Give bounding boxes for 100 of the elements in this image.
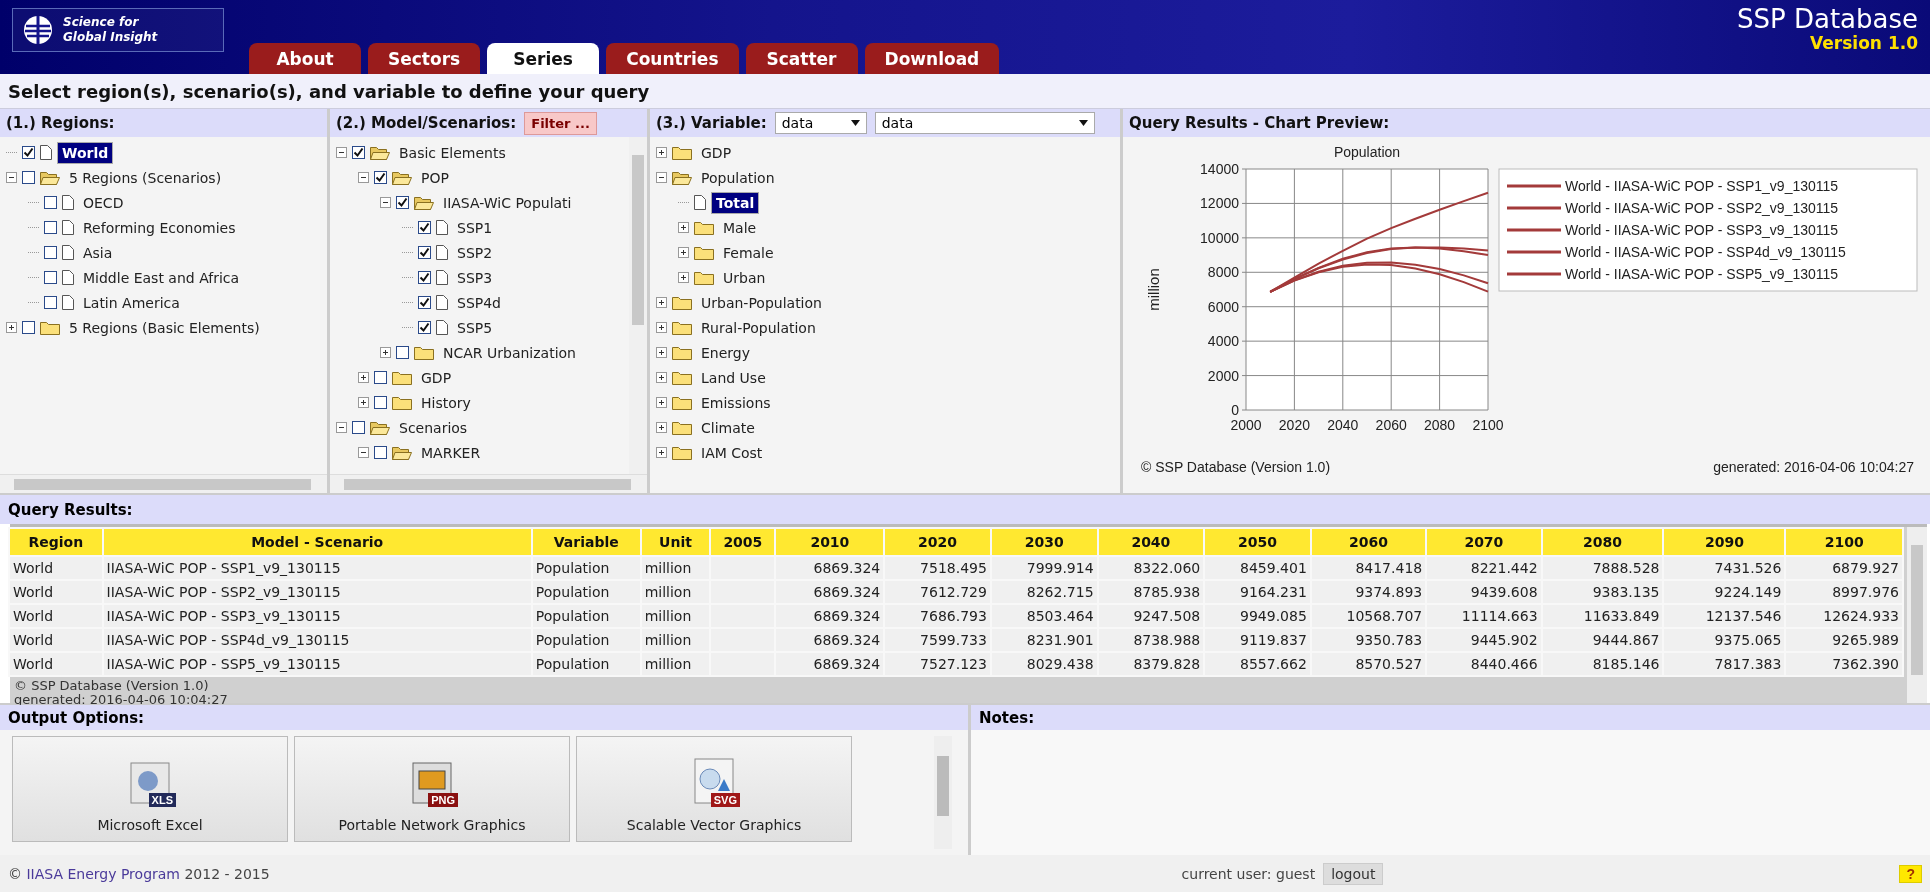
table-cell: million: [641, 605, 710, 627]
table-cell: 9383.135: [1542, 581, 1663, 603]
legend-label: World - IIASA-WiC POP - SSP5_v9_130115: [1565, 266, 1839, 282]
version-label: Version 1.0: [1810, 34, 1918, 53]
timestamp-text: generated: 2016-04-06 10:04:27: [1713, 459, 1914, 475]
table-cell: 7888.528: [1542, 557, 1663, 579]
table-cell: 6869.324: [776, 653, 884, 675]
table-cell: IIASA-WiC POP - SSP4d_v9_130115: [103, 629, 531, 651]
app-title: SSP Database: [1737, 4, 1918, 34]
table-cell: 7999.914: [991, 557, 1097, 579]
table-cell: 9224.149: [1664, 581, 1785, 603]
logo-text: Global Insight: [63, 30, 158, 45]
table-cell: 7362.390: [1786, 653, 1902, 675]
axis-tick-label: 14000: [1200, 161, 1239, 177]
table-cell: 8997.976: [1786, 581, 1902, 603]
table-cell: 8379.828: [1098, 653, 1204, 675]
column-header: 2020: [885, 529, 990, 555]
table-cell: 8503.464: [991, 605, 1097, 627]
column-header: 2050: [1205, 529, 1310, 555]
axis-tick-label: 2060: [1375, 417, 1407, 433]
table-cell: 8785.938: [1098, 581, 1204, 603]
legend-label: World - IIASA-WiC POP - SSP1_v9_130115: [1565, 178, 1839, 194]
column-header: 2040: [1098, 529, 1204, 555]
table-cell: 8262.715: [991, 581, 1097, 603]
column-header: 2100: [1786, 529, 1902, 555]
axis-tick-label: 2080: [1424, 417, 1456, 433]
column-header: Model - Scenario: [103, 529, 531, 555]
table-cell: 6869.324: [776, 557, 884, 579]
legend-label: World - IIASA-WiC POP - SSP2_v9_130115: [1565, 200, 1839, 216]
table-cell: 9374.893: [1311, 581, 1426, 603]
table-cell: 9949.085: [1205, 605, 1310, 627]
panel-title: Query Results - Chart Preview:: [1129, 114, 1390, 132]
table-cell: 12624.933: [1786, 605, 1902, 627]
axis-tick-label: 0: [1231, 402, 1239, 418]
timestamp-text: generated: 2016-04-06 10:04:27: [14, 693, 229, 707]
axis-tick-label: 12000: [1200, 195, 1239, 212]
axis-tick-label: 6000: [1207, 298, 1239, 315]
table-cell: 8738.988: [1098, 629, 1204, 651]
panel-title: (2.) Model/Scenarios:: [336, 114, 517, 132]
user-label: current user: guest: [1181, 865, 1316, 882]
table-cell: 9375.065: [1664, 629, 1785, 651]
table-cell: Population: [532, 629, 640, 651]
panel-title: (1.) Regions:: [6, 114, 115, 132]
column-header: 2010: [776, 529, 884, 555]
table-cell: 7817.383: [1664, 653, 1785, 675]
table-cell: 9444.867: [1542, 629, 1663, 651]
table-cell: million: [641, 629, 710, 651]
table-cell: IIASA-WiC POP - SSP5_v9_130115: [103, 653, 531, 675]
panel-title: (3.) Variable:: [656, 114, 767, 132]
table-cell: IIASA-WiC POP - SSP3_v9_130115: [103, 605, 531, 627]
axis-tick-label: 2000: [1230, 417, 1262, 433]
section-title: Query Results:: [8, 500, 133, 519]
table-cell: 8459.401: [1205, 557, 1310, 579]
column-header: 2060: [1311, 529, 1426, 555]
axis-tick-label: 2020: [1278, 417, 1310, 433]
table-cell: World: [10, 629, 102, 651]
table-cell: 11633.849: [1542, 605, 1663, 627]
logo-text: Science for: [63, 15, 140, 30]
format-badge: SVG: [710, 793, 740, 807]
table-cell: 8417.418: [1311, 557, 1426, 579]
table-cell: Population: [532, 557, 640, 579]
table-cell: 7518.495: [885, 557, 990, 579]
table-cell: 8570.527: [1311, 653, 1426, 675]
table-cell: 8557.662: [1205, 653, 1310, 675]
table-cell: 7599.733: [885, 629, 990, 651]
table-cell: 8440.466: [1427, 653, 1541, 675]
table-cell: 6869.324: [776, 605, 884, 627]
section-title: Output Options:: [8, 708, 145, 727]
legend-label: World - IIASA-WiC POP - SSP4d_v9_130115: [1565, 244, 1846, 260]
table-cell: 7686.793: [885, 605, 990, 627]
table-cell: 9247.508: [1098, 605, 1204, 627]
axis-tick-label: 2100: [1472, 417, 1504, 433]
copyright-text: © SSP Database (Version 1.0): [1141, 459, 1331, 475]
instruction-text: Select region(s), scenario(s), and variable to define your query: [8, 80, 650, 102]
table-cell: Population: [532, 653, 640, 675]
axis-title: million: [1145, 268, 1162, 311]
table-cell: 8322.060: [1098, 557, 1204, 579]
column-header: 2030: [991, 529, 1097, 555]
table-cell: World: [10, 605, 102, 627]
table-cell: 9164.231: [1205, 581, 1310, 603]
column-header: Unit: [641, 529, 710, 555]
column-header: 2070: [1427, 529, 1541, 555]
table-cell: million: [641, 557, 710, 579]
table-cell: 6869.324: [776, 581, 884, 603]
table-cell: 7527.123: [885, 653, 990, 675]
table-cell: 7431.526: [1664, 557, 1785, 579]
table-cell: 8221.442: [1427, 557, 1541, 579]
table-cell: 9445.902: [1427, 629, 1541, 651]
copyright-text: © SSP Database (Version 1.0): [14, 679, 210, 693]
table-cell: Population: [532, 581, 640, 603]
table-cell: 11114.663: [1427, 605, 1541, 627]
table-cell: 9265.989: [1786, 629, 1902, 651]
table-cell: World: [10, 557, 102, 579]
chart-title: Population: [1333, 144, 1401, 160]
table-cell: 8231.901: [991, 629, 1097, 651]
column-header: 2005: [711, 529, 775, 555]
table-cell: 7612.729: [885, 581, 990, 603]
table-cell: 12137.546: [1664, 605, 1785, 627]
table-cell: 9119.837: [1205, 629, 1310, 651]
column-header: Variable: [532, 529, 640, 555]
